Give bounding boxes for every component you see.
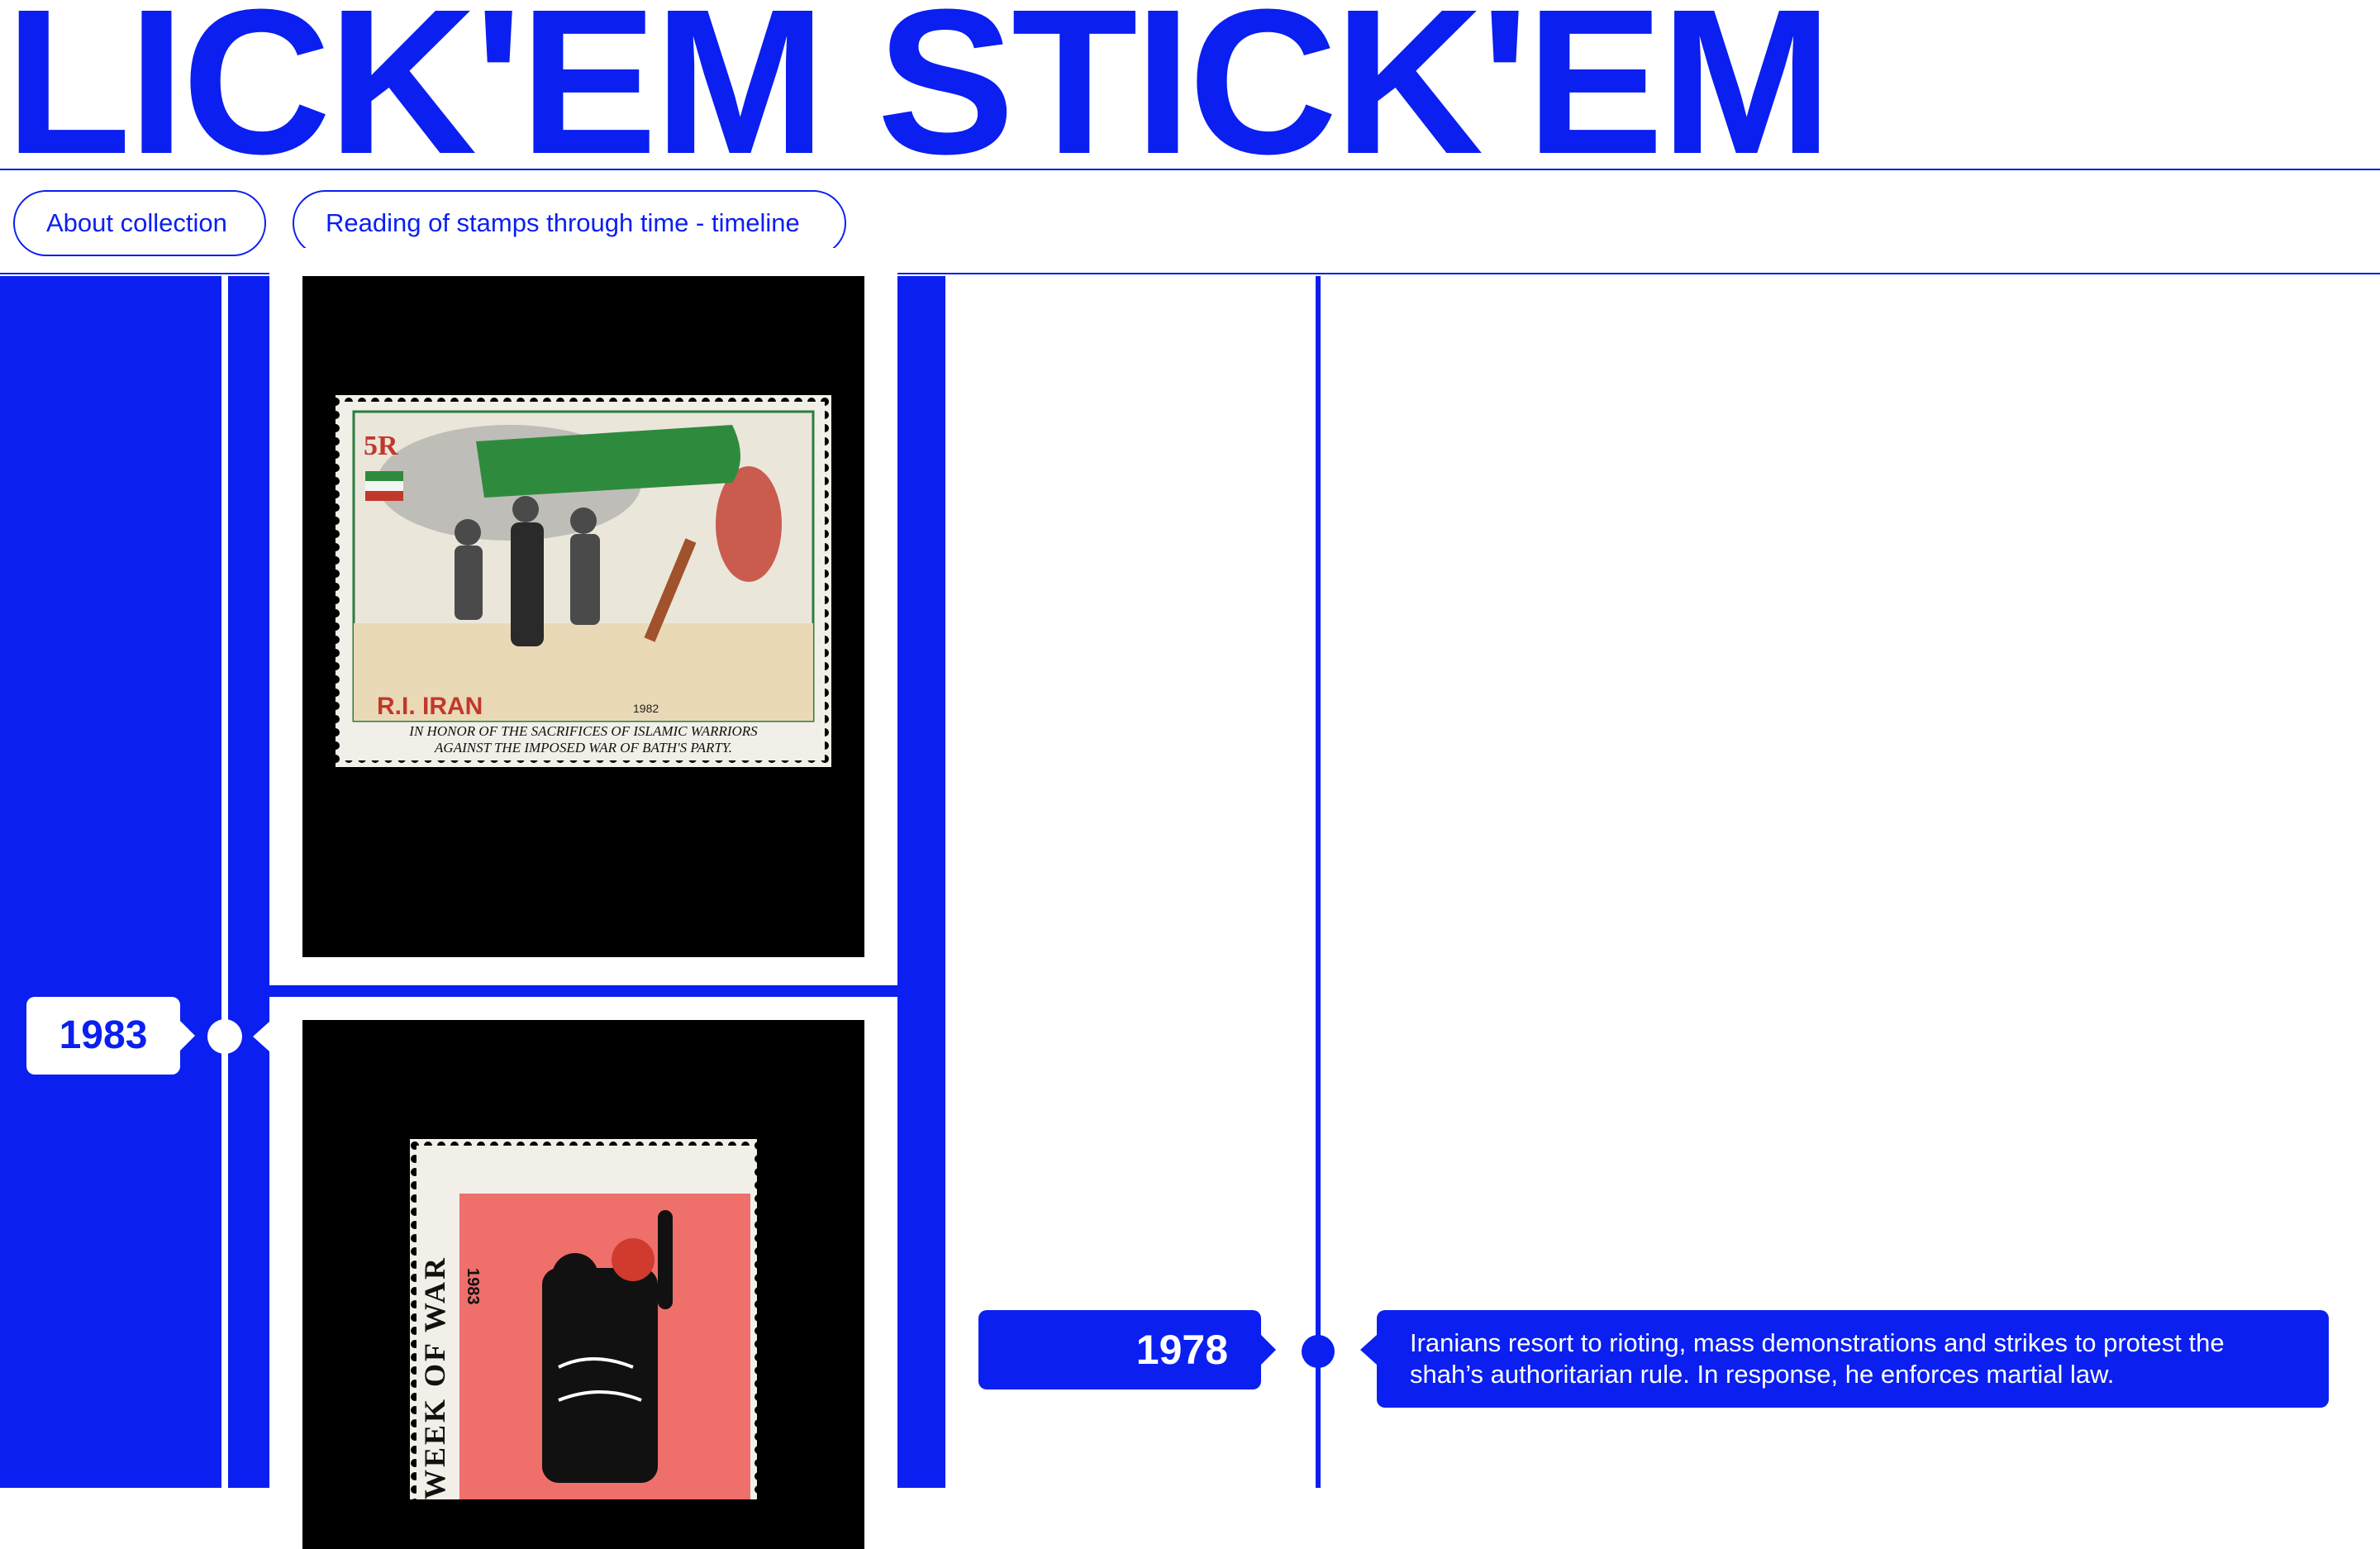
timeline-button[interactable]: Reading of stamps through time - timelin…: [293, 190, 846, 256]
year-badge-1983: 1983: [26, 997, 195, 1075]
timeline-rail: [221, 276, 228, 1488]
stamp-week-of-war-image: WEEK OF WAR 1983: [403, 1132, 764, 1499]
stamp-image: WEEK OF WAR 1983: [302, 1020, 864, 1549]
stamp-card[interactable]: WEEK OF WAR 1983: [269, 997, 897, 1549]
stamp-caption-1: IN HONOR OF THE SACRIFICES OF ISLAMIC WA…: [408, 723, 758, 739]
history-timeline-rail: [1316, 276, 1321, 1488]
stamp-card[interactable]: 5R R.I. IRAN 1982 IN HONOR OF THE SACRIF…: [269, 248, 897, 985]
stamp-denomination: 5R: [364, 431, 398, 461]
about-collection-button[interactable]: About collection: [13, 190, 266, 256]
site-header: LICK'EM STICK'EM: [0, 0, 2380, 170]
stamp-year: 1982: [633, 702, 659, 715]
year-badge-1978: 1978: [978, 1310, 1276, 1389]
stamp-war-sacrifices-image: 5R R.I. IRAN 1982 IN HONOR OF THE SACRIF…: [329, 388, 838, 774]
stamp-side-text: WEEK OF WAR: [418, 1256, 451, 1499]
history-event-text: Iranians resort to rioting, mass demonst…: [1360, 1310, 2329, 1408]
card-divider: [269, 985, 897, 997]
stamp-image: 5R R.I. IRAN 1982 IN HONOR OF THE SACRIF…: [302, 276, 864, 957]
history-timeline-dot: [1302, 1335, 1335, 1368]
timeline-band-inner: [228, 276, 269, 1488]
timeline-band-right: [897, 276, 945, 1488]
card-pointer: [253, 1022, 269, 1051]
stamp-caption-2: AGAINST THE IMPOSED WAR OF BATH'S PARTY.: [434, 740, 732, 755]
timeline-band: [0, 276, 221, 1488]
stamp-year: 1983: [464, 1268, 482, 1305]
site-title[interactable]: LICK'EM STICK'EM: [5, 0, 1833, 169]
stamp-country: R.I. IRAN: [377, 693, 483, 720]
timeline-dot: [207, 1019, 242, 1054]
